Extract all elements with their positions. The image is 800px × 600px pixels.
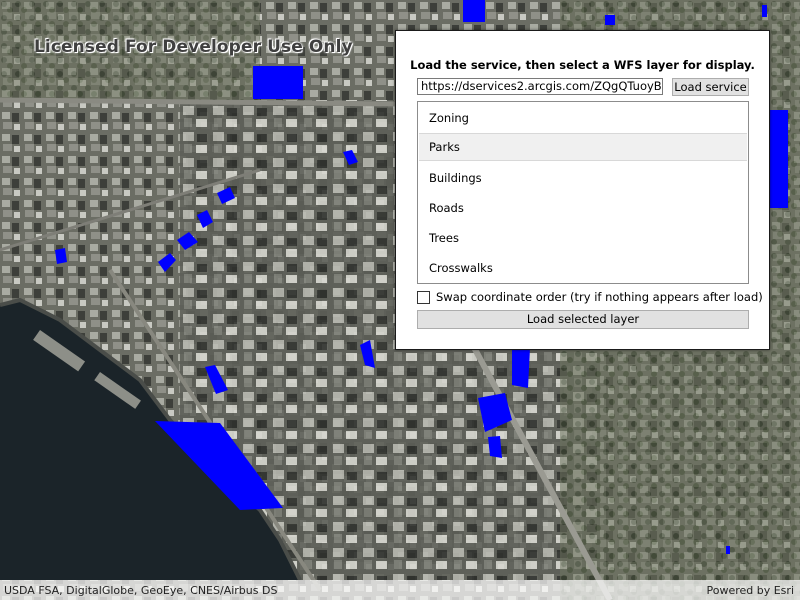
- layer-item-buildings[interactable]: Buildings: [419, 164, 747, 192]
- load-selected-layer-button[interactable]: Load selected layer: [417, 310, 749, 329]
- swap-coordinates-label[interactable]: Swap coordinate order (try if nothing ap…: [436, 290, 763, 304]
- layer-item-trees[interactable]: Trees: [419, 224, 747, 252]
- layer-list[interactable]: Zoning Parks Buildings Roads Trees Cross…: [417, 101, 749, 284]
- powered-by-esri: Powered by Esri: [706, 584, 794, 597]
- wfs-layer-panel: Load the service, then select a WFS laye…: [395, 30, 770, 350]
- layer-item-parks[interactable]: Parks: [419, 133, 747, 161]
- attribution-bar: USDA FSA, DigitalGlobe, GeoEye, CNES/Air…: [0, 580, 800, 600]
- load-service-button[interactable]: Load service: [672, 78, 749, 96]
- layer-item-zoning[interactable]: Zoning: [419, 104, 747, 132]
- developer-license-watermark: Licensed For Developer Use Only: [34, 37, 353, 57]
- layer-item-roads[interactable]: Roads: [419, 194, 747, 222]
- panel-instructions: Load the service, then select a WFS laye…: [410, 58, 755, 72]
- service-url-input[interactable]: https://dservices2.arcgis.com/ZQgQTuoyBr…: [417, 78, 663, 95]
- swap-coordinates-checkbox[interactable]: [417, 291, 430, 304]
- attribution-text[interactable]: USDA FSA, DigitalGlobe, GeoEye, CNES/Air…: [4, 584, 277, 597]
- layer-item-crosswalks[interactable]: Crosswalks: [419, 254, 747, 282]
